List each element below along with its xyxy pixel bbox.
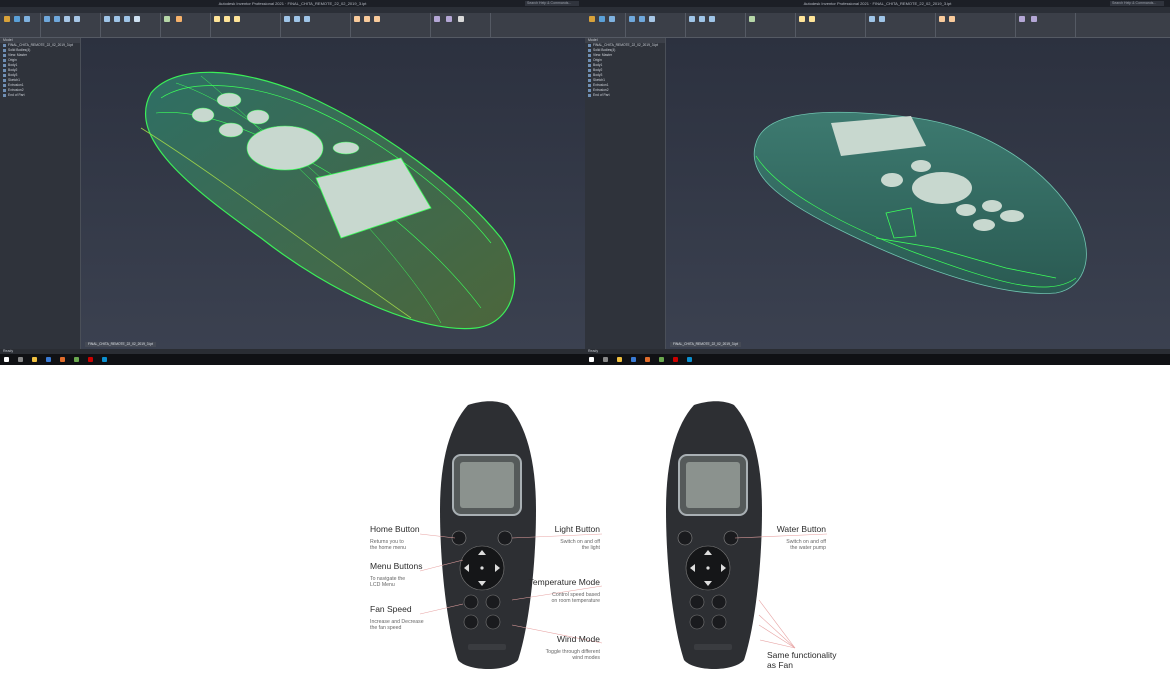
callout-temperature: Temperature Mode Control speed based on … [510,577,600,604]
callout-desc: Control speed based on room temperature [551,592,600,604]
callout-desc: Returns you to the home menu [370,539,407,551]
callout-title: Fan Speed [370,604,412,614]
callout-desc: Toggle through different wind modes [545,649,600,661]
callout-menu: Menu Buttons To navigate the LCD Menu [370,561,422,588]
callout-title: Same functionality as Fan [767,650,837,670]
callout-water: Water Button Switch on and off the water… [746,524,826,551]
callout-title: Menu Buttons [370,561,423,571]
callout-title: Water Button [776,524,826,534]
callout-title: Home Button [370,524,420,534]
callout-desc: Switch on and off the water pump [786,539,826,551]
callout-light: Light Button Switch on and off the light [520,524,600,551]
callout-title: Light Button [554,524,600,534]
callout-fan: Fan Speed Increase and Decrease the fan … [370,604,424,631]
callout-home: Home Button Returns you to the home menu [370,524,420,551]
callout-title: Wind Mode [557,634,600,644]
callout-desc: Switch on and off the light [560,539,600,551]
callout-same-functionality: Same functionality as Fan [767,650,836,670]
callout-desc: To navigate the LCD Menu [370,576,406,588]
callout-wind: Wind Mode Toggle through different wind … [520,634,600,661]
callout-desc: Increase and Decrease the fan speed [370,619,424,631]
callout-title: Temperature Mode [528,577,600,587]
